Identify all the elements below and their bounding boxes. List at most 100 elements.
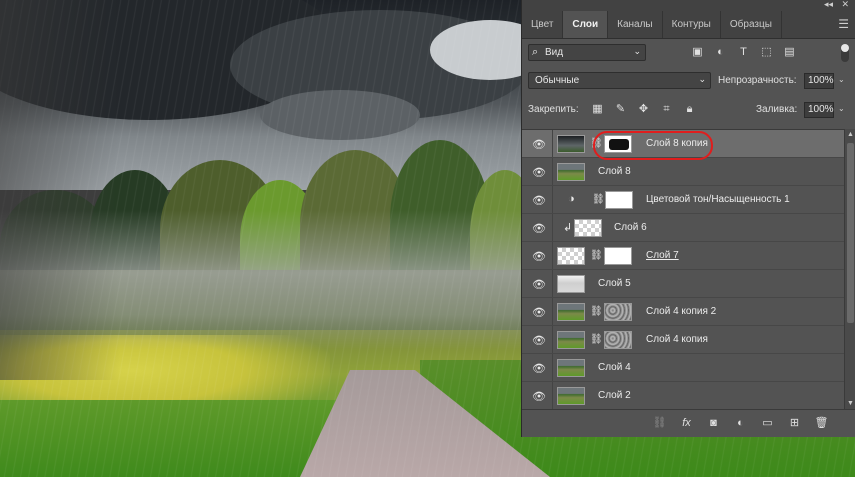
- eye-icon[interactable]: 👁︎: [532, 278, 546, 291]
- tab-channels[interactable]: Каналы: [608, 11, 663, 38]
- eye-icon[interactable]: 👁︎: [532, 390, 546, 403]
- layer-row[interactable]: 👁︎ Слой 2: [522, 382, 844, 410]
- add-mask-icon[interactable]: ◙: [705, 416, 722, 431]
- divider: [552, 158, 553, 185]
- filter-toggle[interactable]: [841, 44, 849, 62]
- opacity-chevron-icon[interactable]: ⌄: [838, 75, 845, 84]
- blend-mode-value: Обычные: [535, 75, 580, 86]
- lock-all-icon[interactable]: 🔒︎: [682, 102, 697, 116]
- divider: [552, 354, 553, 381]
- layer-name: Слой 4 копия: [646, 334, 708, 345]
- layer-row[interactable]: 👁︎ ⛓︎ Слой 7: [522, 242, 844, 270]
- layer-row[interactable]: 👁︎ Слой 8: [522, 158, 844, 186]
- tab-layers[interactable]: Слои: [563, 11, 609, 38]
- chevron-down-icon: ⌄: [698, 74, 706, 84]
- trash-icon[interactable]: 🗑︎: [813, 416, 830, 431]
- layer-filter-label: Вид: [545, 47, 564, 58]
- filter-adjustment-icon[interactable]: ◐: [713, 45, 728, 60]
- blend-row: Обычные ⌄ Непрозрачность: 100% ⌄: [522, 67, 855, 95]
- layer-name: Цветовой тон/Насыщенность 1: [646, 194, 790, 205]
- divider: [552, 270, 553, 297]
- layer-mask-thumbnail[interactable]: [605, 191, 633, 209]
- layer-row[interactable]: 👁︎ Слой 4: [522, 354, 844, 382]
- highlight-ring: [593, 131, 713, 160]
- lock-artboard-icon[interactable]: ⌗: [659, 102, 674, 116]
- layer-thumbnail: [557, 275, 585, 293]
- layer-row[interactable]: 👁︎ ◑ ⛓︎ Цветовой тон/Насыщенность 1: [522, 186, 844, 214]
- link-icon[interactable]: ⛓︎: [590, 250, 603, 261]
- layer-name: Слой 4: [598, 362, 631, 373]
- layer-mask-thumbnail[interactable]: [604, 331, 632, 349]
- layer-name: Слой 8: [598, 166, 631, 177]
- divider: [552, 298, 553, 325]
- divider: [552, 186, 553, 213]
- fill-label: Заливка:: [756, 104, 798, 115]
- layer-thumbnail: [557, 135, 585, 153]
- eye-icon[interactable]: 👁︎: [532, 306, 546, 319]
- filter-pixel-icon[interactable]: ▣: [690, 45, 705, 60]
- layer-row[interactable]: 👁︎ Слой 5: [522, 270, 844, 298]
- link-icon[interactable]: ⛓︎: [590, 306, 603, 317]
- layer-row[interactable]: 👁︎ ⛓︎ Слой 4 копия 2: [522, 298, 844, 326]
- scroll-down-icon[interactable]: ▼: [847, 400, 854, 407]
- fill-chevron-icon[interactable]: ⌄: [838, 104, 845, 113]
- eye-icon[interactable]: 👁︎: [532, 138, 546, 151]
- divider: [552, 242, 553, 269]
- layer-filter-select[interactable]: ⌕ Вид ⌄: [528, 44, 646, 61]
- divider: [552, 382, 553, 409]
- eye-icon[interactable]: 👁︎: [532, 194, 546, 207]
- close-panel-icon[interactable]: ✕: [841, 0, 849, 10]
- panel-top-strip: ◂◂ ✕: [522, 0, 855, 11]
- eye-icon[interactable]: 👁︎: [532, 362, 546, 375]
- collapse-panel-icon[interactable]: ◂◂: [824, 0, 833, 10]
- lock-label: Закрепить:: [528, 104, 579, 115]
- layers-panel: ◂◂ ✕ Цвет Слои Каналы Контуры Образцы ☰ …: [521, 0, 855, 437]
- search-icon: ⌕: [532, 46, 539, 58]
- layer-thumbnail: [557, 247, 585, 265]
- layers-list: 👁︎ ⛓︎ Слой 8 копия 👁︎ Слой 8 👁︎ ◑ ⛓︎ Цве…: [522, 129, 844, 410]
- eye-icon[interactable]: 👁︎: [532, 334, 546, 347]
- panel-tabs: Цвет Слои Каналы Контуры Образцы ☰: [522, 11, 855, 39]
- eye-icon[interactable]: 👁︎: [532, 222, 546, 235]
- scroll-thumb[interactable]: [847, 143, 854, 323]
- layer-mask-thumbnail[interactable]: [604, 303, 632, 321]
- lock-position-icon[interactable]: ✥: [636, 102, 651, 116]
- blend-mode-select[interactable]: Обычные ⌄: [528, 72, 711, 89]
- divider: [552, 326, 553, 353]
- filter-type-icon[interactable]: T: [736, 45, 751, 60]
- layer-thumbnail: [557, 359, 585, 377]
- new-group-folder-icon[interactable]: ▭: [759, 416, 776, 431]
- tab-color[interactable]: Цвет: [522, 11, 564, 38]
- lock-brush-icon[interactable]: ✎: [613, 102, 628, 116]
- layer-name: Слой 7: [646, 250, 679, 261]
- opacity-input[interactable]: 100%: [804, 73, 834, 89]
- layers-scrollbar[interactable]: ▲ ▼: [844, 129, 855, 409]
- tab-paths[interactable]: Контуры: [663, 11, 721, 38]
- fx-icon[interactable]: fx: [678, 416, 695, 431]
- layer-thumbnail: [557, 303, 585, 321]
- eye-icon[interactable]: 👁︎: [532, 166, 546, 179]
- lock-icons: ▦ ✎ ✥ ⌗ 🔒︎: [590, 102, 697, 116]
- layer-name: Слой 2: [598, 390, 631, 401]
- new-layer-icon[interactable]: ⊞: [786, 416, 803, 431]
- water-drops-overlay: [0, 0, 120, 380]
- layer-row[interactable]: 👁︎ ↲ Слой 6: [522, 214, 844, 242]
- link-icon[interactable]: ⛓︎: [590, 334, 603, 345]
- filter-shape-icon[interactable]: ⬚: [759, 45, 774, 60]
- scroll-up-icon[interactable]: ▲: [847, 131, 854, 138]
- layer-row[interactable]: 👁︎ ⛓︎ Слой 8 копия: [522, 130, 844, 160]
- lock-row: Закрепить: ▦ ✎ ✥ ⌗ 🔒︎ Заливка: 100% ⌄: [522, 95, 855, 123]
- new-adjustment-layer-icon[interactable]: ◐: [732, 416, 749, 431]
- tab-swatches[interactable]: Образцы: [721, 11, 782, 38]
- opacity-label: Непрозрачность:: [718, 75, 797, 86]
- layer-mask-thumbnail[interactable]: [604, 247, 632, 265]
- layer-row[interactable]: 👁︎ ⛓︎ Слой 4 копия: [522, 326, 844, 354]
- panel-menu-icon[interactable]: ☰: [838, 17, 849, 31]
- link-layers-icon[interactable]: ⛓︎: [651, 416, 668, 431]
- link-icon[interactable]: ⛓︎: [592, 194, 605, 205]
- fill-input[interactable]: 100%: [804, 102, 834, 118]
- filter-smart-object-icon[interactable]: ▤: [782, 45, 797, 60]
- layers-bottom-toolbar: ⛓︎ fx ◙ ◐ ▭ ⊞ 🗑︎: [522, 409, 855, 437]
- eye-icon[interactable]: 👁︎: [532, 250, 546, 263]
- lock-transparency-icon[interactable]: ▦: [590, 102, 605, 116]
